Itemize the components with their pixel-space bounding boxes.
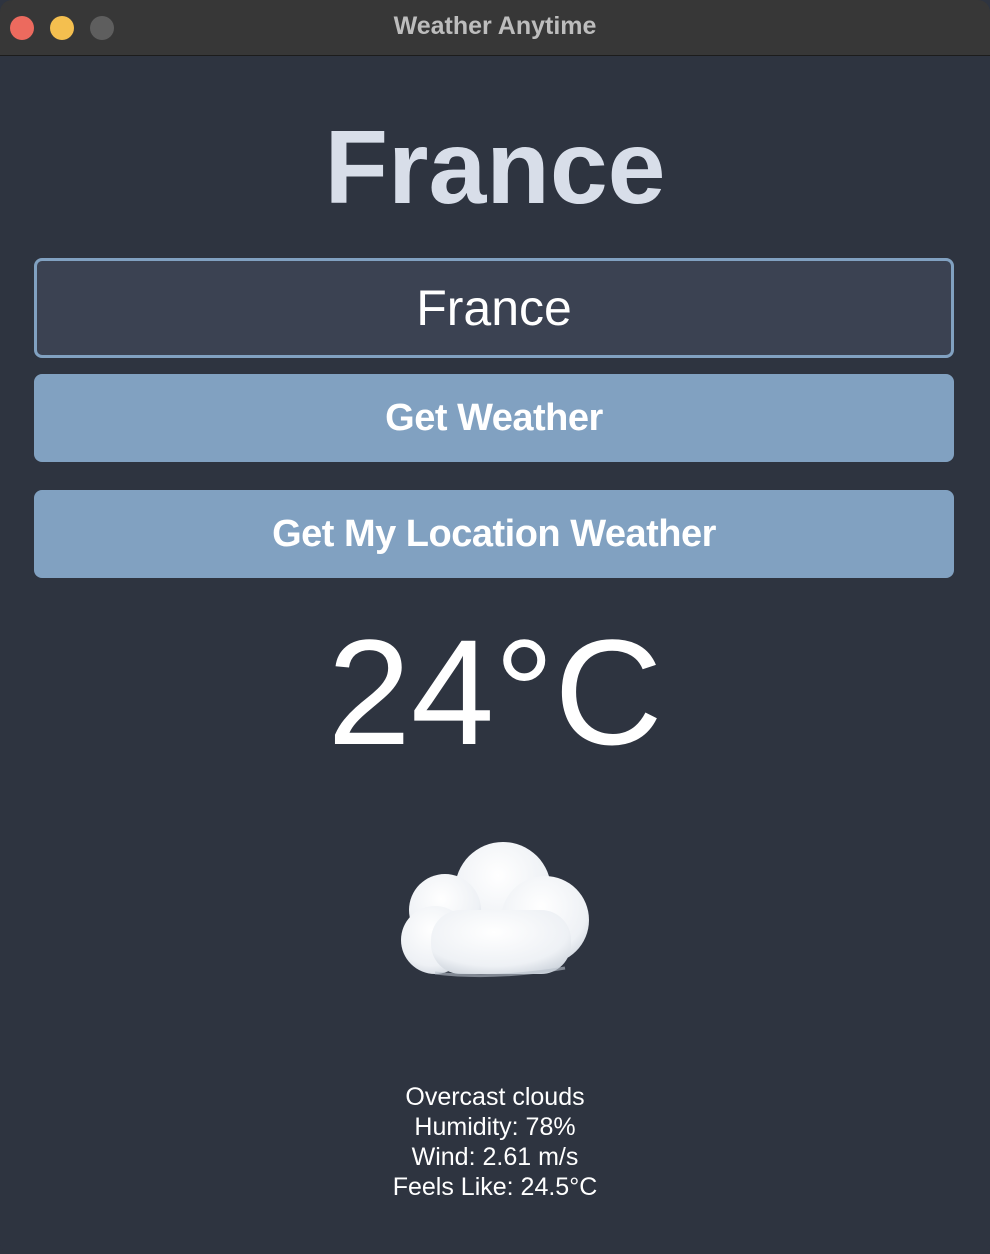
city-search-input[interactable] — [34, 258, 954, 358]
title-bar[interactable]: Weather Anytime — [0, 0, 990, 56]
window-title: Weather Anytime — [393, 12, 597, 40]
humidity-text: Humidity: 78% — [414, 1113, 576, 1141]
feels-like-text: Feels Like: 24.5°C — [392, 1173, 598, 1201]
get-weather-button[interactable]: Get Weather — [34, 374, 954, 462]
get-my-location-weather-button[interactable]: Get My Location Weather — [34, 490, 954, 578]
cloud-icon — [401, 842, 589, 978]
weather-description: Overcast clouds — [405, 1083, 585, 1111]
temperature-display: 24°C — [327, 608, 663, 776]
wind-text: Wind: 2.61 m/s — [411, 1143, 579, 1171]
app-window: Weather Anytime France Get Weather Get M… — [0, 0, 990, 1254]
weather-details: Overcast clouds Humidity: 78% Wind: 2.61… — [0, 1082, 990, 1202]
city-heading: France — [324, 110, 666, 226]
